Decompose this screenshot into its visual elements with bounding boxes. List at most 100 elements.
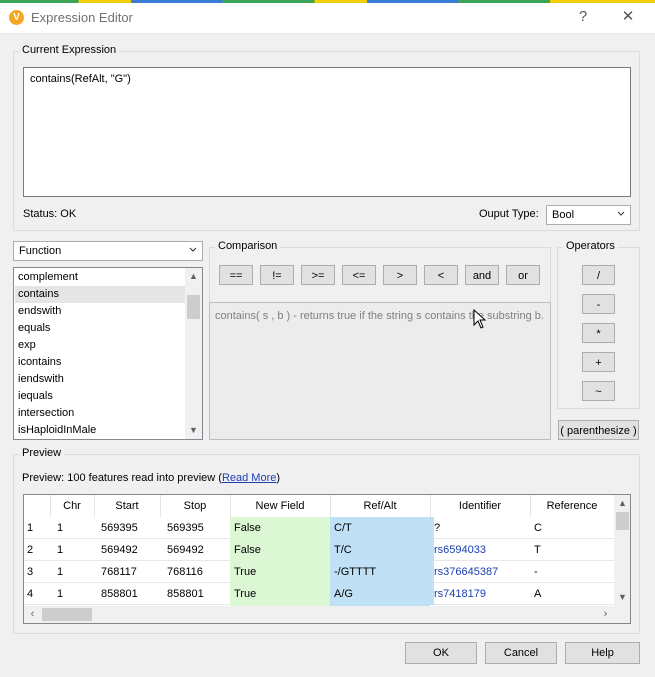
- list-item[interactable]: intersection: [18, 405, 74, 422]
- refalt-cell: T/C: [330, 539, 434, 561]
- scroll-up-icon[interactable]: ▲: [185, 268, 202, 285]
- preview-info-suffix: ): [276, 472, 281, 484]
- row-number: 4: [27, 588, 34, 600]
- scroll-thumb[interactable]: [616, 512, 629, 530]
- list-item[interactable]: exp: [18, 337, 36, 354]
- scroll-thumb[interactable]: [42, 608, 92, 621]
- chevron-down-icon: [617, 211, 625, 216]
- scroll-right-icon[interactable]: ›: [597, 606, 614, 623]
- expression-textarea[interactable]: contains(RefAlt, "G"): [23, 67, 631, 197]
- refalt-cell: -/GTTTT: [330, 561, 434, 583]
- stop-cell: 569395: [167, 522, 204, 534]
- table-row[interactable]: 3 1 768117 768116 True -/GTTTT rs3766453…: [24, 561, 614, 583]
- row-number: 1: [27, 522, 34, 534]
- divide-operator-button[interactable]: /: [582, 265, 615, 285]
- window-title: Expression Editor: [31, 10, 133, 25]
- function-list[interactable]: complement contains endswith equals exp …: [13, 267, 203, 440]
- multiply-operator-button[interactable]: *: [582, 323, 615, 343]
- current-expression-label: Current Expression: [19, 44, 120, 56]
- reference-cell: T: [534, 544, 541, 556]
- scroll-left-icon[interactable]: ‹: [24, 606, 41, 623]
- start-cell: 858801: [101, 588, 138, 600]
- scroll-thumb[interactable]: [187, 295, 200, 319]
- not-equals-operator-button[interactable]: !=: [260, 265, 294, 285]
- column-header[interactable]: Identifier: [430, 495, 531, 517]
- status-text: Status: OK: [23, 208, 77, 220]
- reference-cell: A: [534, 588, 542, 600]
- chr-cell: 1: [57, 588, 64, 600]
- greater-equal-operator-button[interactable]: >=: [301, 265, 335, 285]
- chevron-down-icon: [189, 247, 197, 252]
- list-item[interactable]: equals: [18, 320, 50, 337]
- column-header[interactable]: Reference: [530, 495, 614, 517]
- output-type-label: Ouput Type:: [479, 208, 539, 220]
- column-header[interactable]: Ref/Alt: [330, 495, 431, 517]
- equals-operator-button[interactable]: ==: [219, 265, 253, 285]
- column-header[interactable]: Start: [94, 495, 161, 517]
- identifier-link[interactable]: rs376645387: [430, 561, 534, 583]
- table-row[interactable]: 2 1 569492 569492 False T/C rs6594033 T: [24, 539, 614, 561]
- stop-cell: 768116: [167, 566, 203, 578]
- preview-table: Chr Start Stop New Field Ref/Alt Identif…: [23, 494, 631, 624]
- table-row[interactable]: 1 1 569395 569395 False C/T ? C: [24, 517, 614, 539]
- start-cell: 768117: [101, 566, 137, 578]
- less-operator-button[interactable]: <: [424, 265, 458, 285]
- preview-vertical-scrollbar[interactable]: ▲ ▼: [614, 495, 630, 606]
- row-number: 2: [27, 544, 34, 556]
- or-operator-button[interactable]: or: [506, 265, 540, 285]
- output-type-value: Bool: [552, 209, 575, 221]
- identifier-link[interactable]: rs7418179: [430, 583, 534, 605]
- cancel-button[interactable]: Cancel: [485, 642, 557, 664]
- plus-operator-button[interactable]: +: [582, 352, 615, 372]
- scroll-down-icon[interactable]: ▼: [185, 422, 202, 439]
- column-header: [24, 495, 51, 517]
- output-type-select[interactable]: Bool: [546, 205, 631, 225]
- identifier-cell: ?: [434, 522, 441, 534]
- comparison-label: Comparison: [215, 240, 281, 252]
- new-field-cell: True: [230, 583, 334, 605]
- app-logo-icon: V: [9, 10, 24, 25]
- function-category-select[interactable]: Function: [13, 241, 203, 261]
- start-cell: 569492: [101, 544, 138, 556]
- column-header[interactable]: Chr: [50, 495, 95, 517]
- help-button[interactable]: Help: [565, 642, 640, 664]
- row-number: 3: [27, 566, 34, 578]
- scroll-down-icon[interactable]: ▼: [614, 589, 630, 606]
- preview-info-prefix: Preview: 100 features read into preview …: [22, 472, 222, 484]
- help-question-button[interactable]: ?: [568, 6, 598, 28]
- scroll-up-icon[interactable]: ▲: [614, 495, 630, 512]
- column-header[interactable]: New Field: [230, 495, 331, 517]
- parenthesize-button[interactable]: ( parenthesize ): [558, 420, 639, 440]
- list-item[interactable]: endswith: [18, 303, 61, 320]
- read-more-link[interactable]: Read More: [222, 472, 276, 484]
- tilde-operator-button[interactable]: ~: [582, 381, 615, 401]
- list-item[interactable]: isHaploidInMale: [18, 422, 96, 439]
- identifier-link[interactable]: rs6594033: [430, 539, 534, 561]
- background-stripe: [0, 0, 655, 3]
- table-row[interactable]: 4 1 858801 858801 True A/G rs7418179 A: [24, 583, 614, 605]
- function-list-scrollbar[interactable]: ▲ ▼: [185, 268, 202, 439]
- column-header[interactable]: Stop: [160, 495, 231, 517]
- scroll-corner: [614, 606, 630, 623]
- minus-operator-button[interactable]: -: [582, 294, 615, 314]
- ok-button[interactable]: OK: [405, 642, 477, 664]
- close-window-button[interactable]: ✕: [613, 6, 643, 28]
- new-field-cell: False: [230, 517, 334, 539]
- list-item[interactable]: iendswith: [18, 371, 64, 388]
- preview-info: Preview: 100 features read into preview …: [22, 472, 280, 484]
- stop-cell: 858801: [167, 588, 204, 600]
- mouse-cursor-icon: [473, 309, 487, 329]
- and-operator-button[interactable]: and: [465, 265, 499, 285]
- greater-operator-button[interactable]: >: [383, 265, 417, 285]
- list-item[interactable]: icontains: [18, 354, 61, 371]
- chr-cell: 1: [57, 566, 64, 578]
- operators-label: Operators: [563, 240, 618, 252]
- refalt-cell: A/G: [330, 583, 434, 605]
- list-item[interactable]: complement: [18, 269, 78, 286]
- less-equal-operator-button[interactable]: <=: [342, 265, 376, 285]
- function-description: contains( s , b ) - returns true if the …: [209, 302, 551, 440]
- list-item[interactable]: iequals: [18, 388, 53, 405]
- function-category-value: Function: [19, 245, 62, 257]
- preview-horizontal-scrollbar[interactable]: ‹ ›: [24, 606, 614, 623]
- list-item[interactable]: contains: [15, 286, 185, 303]
